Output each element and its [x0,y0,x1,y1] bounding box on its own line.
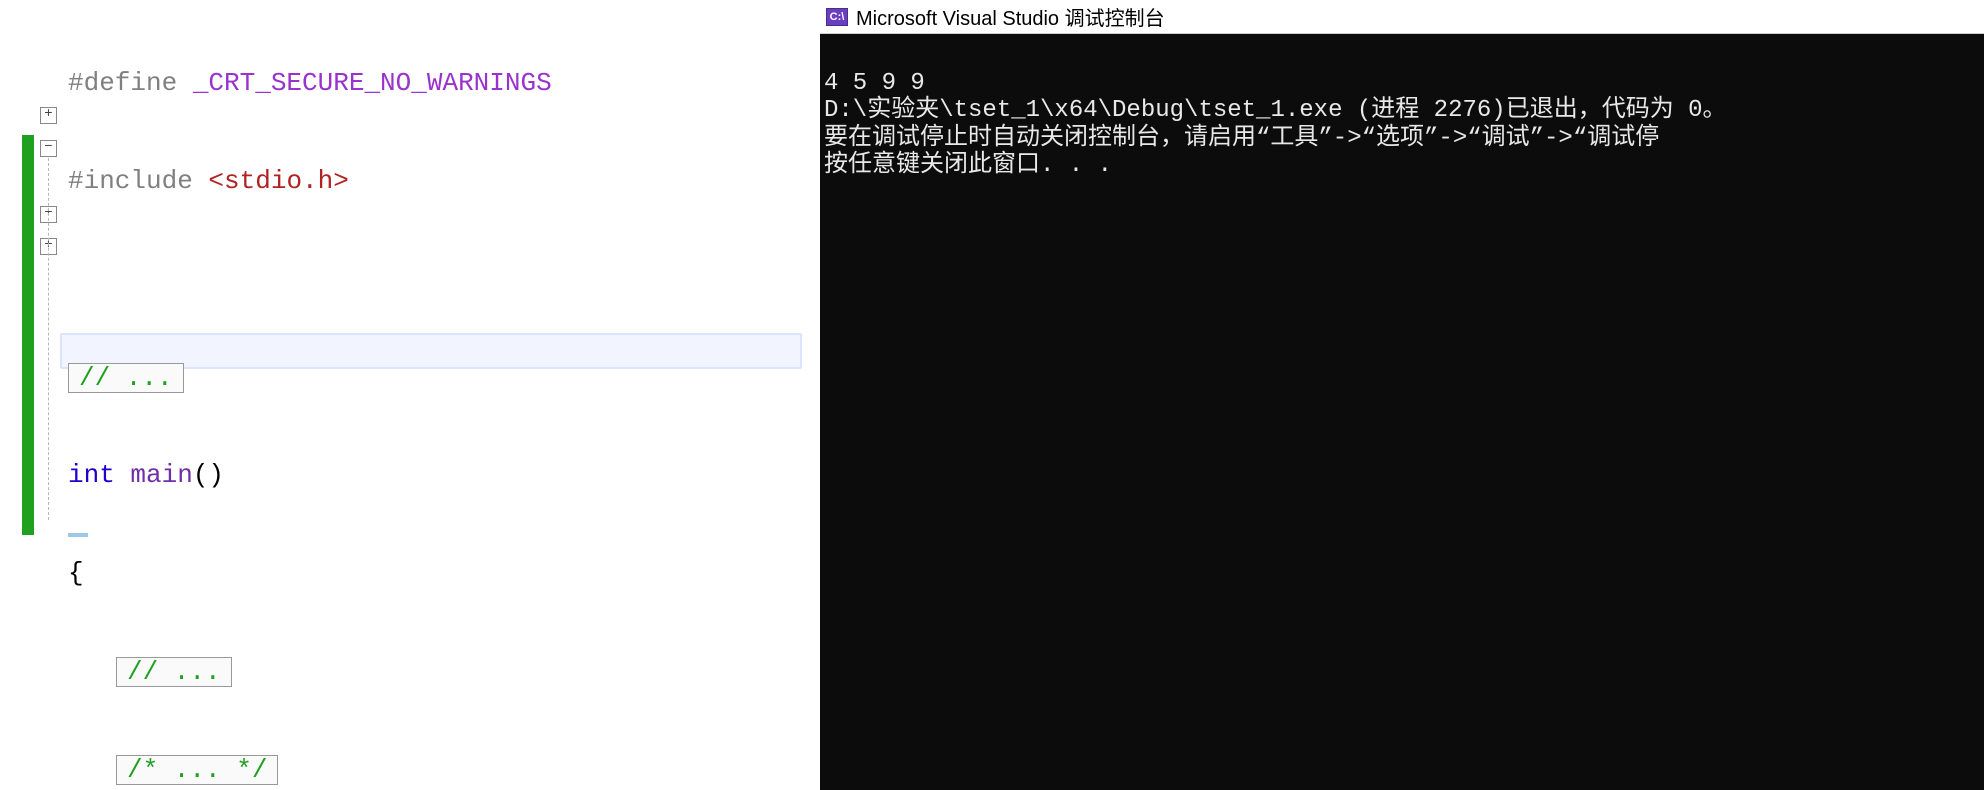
code-editor[interactable]: + − + + #define _CRT_SECURE_NO_WARNINGS … [0,0,820,790]
type-token: int [68,459,115,492]
console-line: 4 5 9 9 [824,70,925,97]
collapsed-region[interactable]: // ... [116,657,232,687]
console-line: 要在调试停止时自动关闭控制台，请启用“工具”->“选项”->“调试”->“调试停 [824,125,1659,152]
preproc-token: #include [68,165,193,198]
console-line: 按任意键关闭此窗口. . . [824,152,1112,179]
scope-indicator-bar [22,135,34,535]
code-area[interactable]: #define _CRT_SECURE_NO_WARNINGS #include… [68,2,679,790]
console-title: Microsoft Visual Studio 调试控制台 [856,2,1165,31]
console-titlebar[interactable]: C:\ Microsoft Visual Studio 调试控制台 [820,0,1984,34]
code-line[interactable]: // ... [68,361,679,394]
code-line[interactable]: /* ... */ [68,753,679,786]
include-token: <stdio.h> [193,165,349,198]
code-line[interactable]: { [68,557,679,590]
console-output[interactable]: 4 5 9 9 D:\实验夹\tset_1\x64\Debug\tset_1.e… [820,34,1984,790]
outline-toggle-plus-icon[interactable]: + [40,107,57,124]
line-end-marker [68,533,88,537]
code-line[interactable]: int main () [68,459,679,492]
collapsed-region[interactable]: // ... [68,363,184,393]
editor-gutter: + − + + [0,0,62,790]
macro-token: _CRT_SECURE_NO_WARNINGS [177,67,551,100]
outline-guide-line [48,158,49,520]
code-line[interactable]: #include <stdio.h> [68,165,679,198]
console-app-icon: C:\ [826,8,848,26]
code-line[interactable] [68,263,679,296]
console-line: D:\实验夹\tset_1\x64\Debug\tset_1.exe (进程 2… [824,97,1727,124]
punct-token: () [193,459,224,492]
code-line[interactable]: // ... [68,655,679,688]
brace-token: { [68,557,84,590]
outline-toggle-minus-icon[interactable]: − [40,140,57,157]
preproc-token: #define [68,67,177,100]
code-line[interactable]: #define _CRT_SECURE_NO_WARNINGS [68,67,679,100]
func-name-token: main [115,459,193,492]
collapsed-region[interactable]: /* ... */ [116,755,278,785]
debug-console-window: C:\ Microsoft Visual Studio 调试控制台 4 5 9 … [820,0,1984,790]
